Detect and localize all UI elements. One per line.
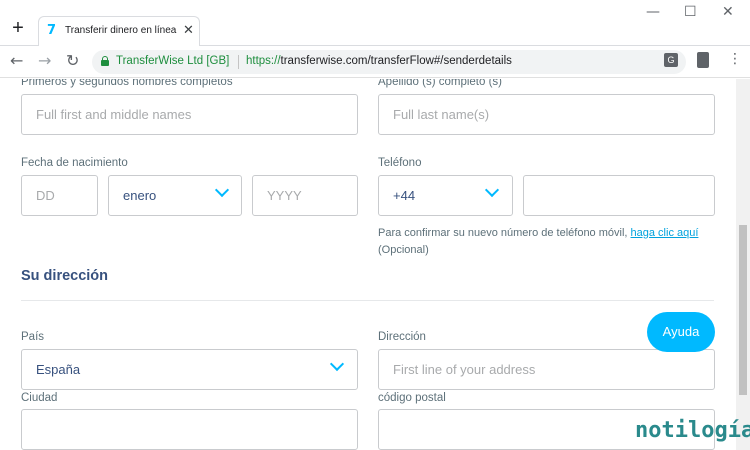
- minimize-button[interactable]: —: [646, 4, 660, 20]
- chevron-down-icon: [484, 182, 500, 198]
- section-divider: [21, 300, 714, 301]
- birth-year-placeholder: YYYY: [267, 188, 302, 203]
- birth-year-input[interactable]: YYYY: [252, 175, 358, 216]
- phone-country-code-value: +44: [393, 188, 416, 203]
- birth-day-input[interactable]: DD: [21, 175, 98, 216]
- birth-day-placeholder: DD: [36, 188, 55, 203]
- phone-label: Teléfono: [378, 157, 422, 169]
- city-input[interactable]: [21, 409, 358, 450]
- country-value: España: [36, 362, 81, 377]
- phone-confirm-link[interactable]: haga clic aquí: [631, 227, 699, 239]
- country-select[interactable]: España: [21, 349, 358, 390]
- scrollbar-thumb[interactable]: [739, 225, 747, 395]
- browser-tab[interactable]: 7 Transferir dinero en línea ✕: [38, 16, 200, 46]
- birth-month-select[interactable]: enero: [108, 175, 242, 216]
- last-name-placeholder: Full last name(s): [393, 107, 490, 122]
- address-label: Dirección: [378, 331, 426, 343]
- close-tab-icon[interactable]: ✕: [183, 22, 194, 38]
- first-names-label: Primeros y segundos nombres completos: [21, 79, 233, 88]
- browser-toolbar: ← → ↻ TransferWise Ltd [GB] https://tran…: [0, 46, 750, 78]
- back-button[interactable]: ←: [10, 51, 23, 70]
- address-input[interactable]: First line of your address: [378, 349, 715, 390]
- address-section-title: Su dirección: [21, 268, 109, 284]
- lock-icon: [101, 56, 109, 66]
- phone-number-input[interactable]: [523, 175, 715, 216]
- page-content: Primeros y segundos nombres completos Fu…: [0, 79, 736, 450]
- reload-button[interactable]: ↻: [66, 51, 79, 70]
- country-label: País: [21, 331, 45, 343]
- close-window-button[interactable]: ✕: [722, 4, 734, 20]
- new-tab-button[interactable]: +: [10, 18, 26, 38]
- forward-button[interactable]: →: [38, 51, 51, 70]
- page-scrollbar[interactable]: [736, 79, 750, 450]
- phone-country-code-select[interactable]: +44: [378, 175, 513, 216]
- translate-icon[interactable]: G: [664, 53, 678, 67]
- chevron-down-icon: [329, 356, 345, 372]
- tab-title: Transferir dinero en línea: [65, 25, 177, 36]
- postal-code-label: código postal: [378, 392, 446, 404]
- watermark-logo: notilogía: [635, 418, 750, 443]
- phone-confirm-hint: Para confirmar su nuevo número de teléfo…: [378, 225, 714, 259]
- address-placeholder: First line of your address: [393, 362, 536, 377]
- maximize-button[interactable]: ☐: [684, 4, 697, 20]
- site-identity: TransferWise Ltd [GB]: [116, 55, 230, 67]
- omnibox-separator: [238, 55, 239, 69]
- phone-hint-text: Para confirmar su nuevo número de teléfo…: [378, 227, 631, 239]
- city-label: Ciudad: [21, 392, 58, 404]
- last-name-input[interactable]: Full last name(s): [378, 94, 715, 135]
- clipboard-icon[interactable]: [697, 52, 709, 68]
- birth-date-label: Fecha de nacimiento: [21, 157, 128, 169]
- birth-month-value: enero: [123, 188, 157, 203]
- address-bar[interactable]: TransferWise Ltd [GB] https://transferwi…: [92, 50, 686, 74]
- url-text: https://transferwise.com/transferFlow#/s…: [246, 55, 512, 67]
- first-names-placeholder: Full first and middle names: [36, 107, 192, 122]
- first-names-input[interactable]: Full first and middle names: [21, 94, 358, 135]
- chevron-down-icon: [214, 182, 230, 198]
- transferwise-logo-icon: 7: [47, 23, 57, 38]
- help-button[interactable]: Ayuda: [647, 312, 715, 352]
- phone-hint-optional: (Opcional): [378, 244, 429, 256]
- last-name-label: Apellido (s) completo (s): [378, 79, 502, 88]
- tab-strip: + 7 Transferir dinero en línea ✕ — ☐ ✕: [0, 0, 750, 46]
- menu-icon[interactable]: ⋮: [728, 52, 742, 66]
